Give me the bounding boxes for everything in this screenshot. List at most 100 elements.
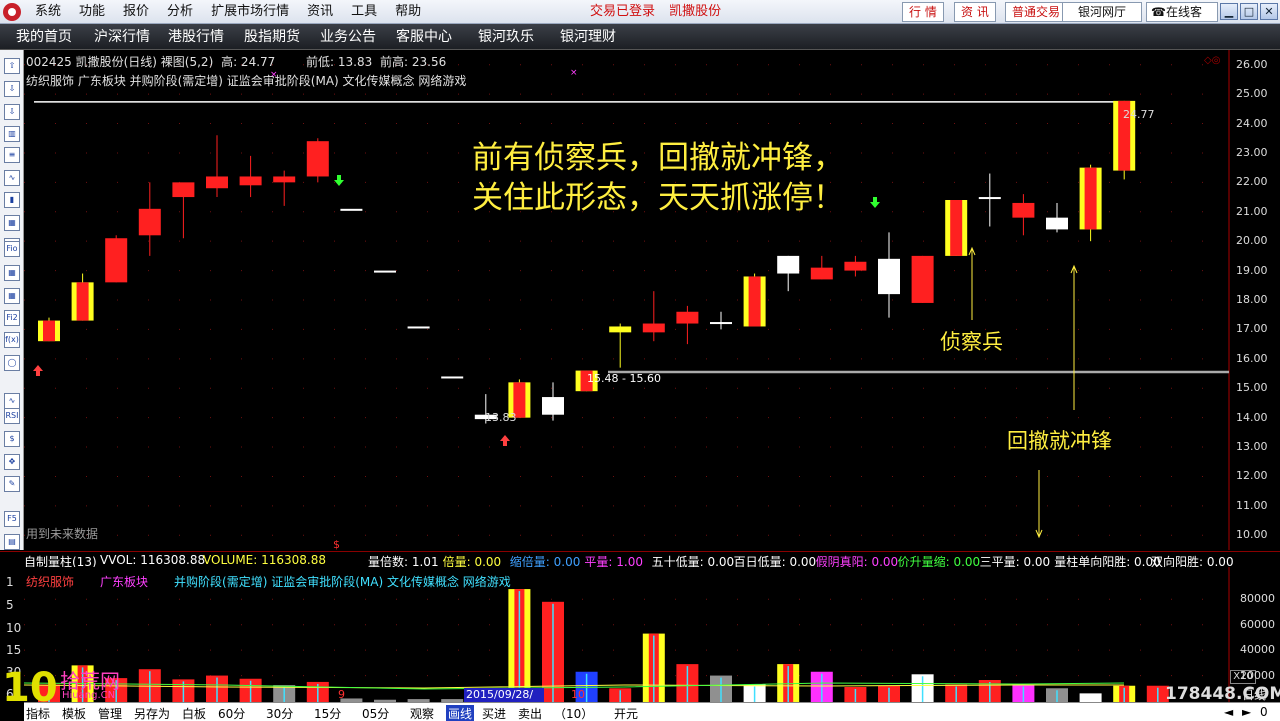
volume-indicator-name[interactable]: 自制量柱(13) bbox=[24, 553, 97, 567]
nav-tab-7[interactable]: 银河理财 bbox=[560, 24, 616, 50]
volume-bar bbox=[878, 685, 900, 702]
candle-body bbox=[441, 376, 464, 379]
minimize-button[interactable]: ▁ bbox=[1220, 3, 1238, 20]
menu-item-5[interactable]: 资讯 bbox=[298, 0, 342, 24]
period-label[interactable]: 15 bbox=[6, 643, 21, 657]
volume-tick: 20000 bbox=[1240, 668, 1275, 682]
menu-item-4[interactable]: 扩展市场行情 bbox=[202, 0, 298, 24]
prev-low-high: 前低: 13.83 前高: 23.56 bbox=[306, 53, 446, 70]
month-label: 10 bbox=[571, 688, 585, 701]
candle-body bbox=[642, 323, 665, 333]
headline-line-1: 前有侦察兵，回撤就冲锋， bbox=[472, 140, 844, 176]
menu-item-3[interactable]: 分析 bbox=[158, 0, 202, 24]
candlestick-chart[interactable]: × ×◇◎ bbox=[24, 50, 1230, 550]
nav-tabs: 我的首页 沪深行情 港股行情 股指期货 业务公告 客服中心 银河玖乐 银河理财 bbox=[0, 24, 1280, 50]
toolbar-kline-icon[interactable]: ▥ bbox=[4, 126, 20, 142]
bottom-tab-8[interactable]: 05分 bbox=[362, 705, 389, 721]
toolbar-table-icon[interactable]: ▦ bbox=[4, 265, 20, 281]
period-label[interactable]: 10 bbox=[6, 621, 21, 635]
toolbar-dollar-icon[interactable]: $ bbox=[4, 431, 20, 447]
toolbar-fi2-icon[interactable]: Fi2 bbox=[4, 310, 20, 326]
toolbar-move-icon[interactable]: ✥ bbox=[4, 454, 20, 470]
nav-tab-1[interactable]: 沪深行情 bbox=[94, 24, 150, 50]
news-button[interactable]: 资 讯 bbox=[954, 2, 996, 22]
watermark-left-sub: Hiuang.CN bbox=[62, 690, 116, 701]
bottom-tab-14[interactable]: 开元 bbox=[614, 705, 638, 721]
bottom-tab-4[interactable]: 白板 bbox=[182, 705, 206, 721]
bottom-tab-0[interactable]: 指标 bbox=[26, 705, 50, 721]
bottom-tab-12[interactable]: 卖出 bbox=[518, 705, 542, 721]
candle bbox=[172, 182, 195, 198]
period-label[interactable]: 1 bbox=[6, 575, 14, 589]
toolbar-line-chart-icon[interactable]: ∿ bbox=[4, 170, 20, 186]
bottom-tab-1[interactable]: 模板 bbox=[62, 705, 86, 721]
scroll-value[interactable]: 0 bbox=[1260, 705, 1268, 719]
app-logo-icon bbox=[3, 3, 21, 21]
online-hall-button[interactable]: 银河网厅 bbox=[1062, 2, 1142, 22]
volume-stat-8: 三平量: 0.00 bbox=[979, 555, 1051, 567]
toolbar-candle-icon[interactable]: ▮ bbox=[4, 192, 20, 208]
menu-item-2[interactable]: 报价 bbox=[114, 0, 158, 24]
toolbar-calc-icon[interactable]: ▦ bbox=[4, 288, 20, 304]
bottom-tab-11[interactable]: 买进 bbox=[482, 705, 506, 721]
toolbar-circle-icon[interactable]: ◯ bbox=[4, 355, 20, 371]
toolbar-arrow-up-icon[interactable]: ⇧ bbox=[4, 58, 20, 74]
bottom-tab-10[interactable]: 画线 bbox=[446, 705, 475, 721]
candle-body-inner bbox=[1084, 167, 1097, 230]
close-button[interactable]: ✕ bbox=[1260, 3, 1278, 20]
period-label[interactable]: 5 bbox=[6, 598, 14, 612]
toolbar-grid-icon[interactable]: ▦ bbox=[4, 215, 20, 231]
candle-body bbox=[407, 326, 430, 329]
toolbar-rsi-icon[interactable]: RSI bbox=[4, 408, 20, 424]
nav-tab-0[interactable]: 我的首页 bbox=[16, 24, 72, 50]
bottom-tab-5[interactable]: 60分 bbox=[218, 705, 245, 721]
menu-bar: 系统 功能 报价 分析 扩展市场行情 资讯 工具 帮助 交易已登录 凯撒股份 行 情 资 讯 … bbox=[0, 0, 1280, 37]
toolbar-fx-icon[interactable]: f(x) bbox=[4, 332, 20, 348]
nav-tab-5[interactable]: 客服中心 bbox=[396, 24, 452, 50]
volume-bar bbox=[1012, 684, 1035, 702]
candle bbox=[676, 311, 699, 324]
scroll-right-button[interactable]: ► bbox=[1242, 705, 1251, 719]
toolbar-list-icon[interactable]: ≡ bbox=[4, 147, 20, 163]
toolbar-pencil-icon[interactable]: ✎ bbox=[4, 476, 20, 492]
maximize-button[interactable]: □ bbox=[1240, 3, 1258, 20]
volume-chart[interactable] bbox=[24, 567, 1230, 702]
candle-body-inner bbox=[950, 200, 963, 256]
high-price-label: 24.77 bbox=[1123, 108, 1155, 121]
nav-tab-3[interactable]: 股指期货 bbox=[244, 24, 300, 50]
bottom-tab-3[interactable]: 另存为 bbox=[134, 705, 170, 721]
toolbar-sheet-icon[interactable]: ▤ bbox=[4, 534, 20, 550]
bottom-tab-6[interactable]: 30分 bbox=[266, 705, 293, 721]
bottom-tab-2[interactable]: 管理 bbox=[98, 705, 122, 721]
toolbar-f5-icon[interactable]: F5 bbox=[4, 511, 20, 527]
nav-tab-4[interactable]: 业务公告 bbox=[320, 24, 376, 50]
candle bbox=[374, 270, 396, 273]
menu-item-6[interactable]: 工具 bbox=[342, 0, 386, 24]
online-service-button[interactable]: ☎在线客服 bbox=[1146, 2, 1218, 37]
bottom-tab-7[interactable]: 15分 bbox=[314, 705, 341, 721]
candle-body bbox=[911, 255, 934, 303]
bottom-tab-13[interactable]: （10） bbox=[554, 705, 593, 721]
toolbar-fio-icon[interactable]: Fio bbox=[4, 241, 20, 257]
menu-item-1[interactable]: 功能 bbox=[70, 0, 114, 24]
vvol-value: VVOL: 116308.88 bbox=[100, 553, 206, 567]
toolbar-arrow-down-icon-2[interactable]: ⇩ bbox=[4, 104, 20, 120]
toolbar-wave-icon[interactable]: ∿ bbox=[4, 393, 20, 409]
candle-body bbox=[138, 208, 161, 236]
scroll-left-button[interactable]: ◄ bbox=[1224, 705, 1233, 719]
nav-tab-6[interactable]: 银河玖乐 bbox=[478, 24, 534, 50]
toolbar-arrow-down-icon[interactable]: ⇩ bbox=[4, 81, 20, 97]
nav-tab-2[interactable]: 港股行情 bbox=[168, 24, 224, 50]
quote-button[interactable]: 行 情 bbox=[902, 2, 944, 22]
menu-item-0[interactable]: 系统 bbox=[26, 0, 70, 24]
normal-trade-button[interactable]: 普通交易 bbox=[1005, 2, 1068, 22]
volume-bar bbox=[743, 684, 766, 702]
low-price-label: 13.83 bbox=[485, 411, 517, 424]
volume-bar bbox=[777, 664, 800, 702]
price-tick: 25.00 bbox=[1236, 87, 1268, 101]
scout-label: 侦察兵 bbox=[940, 330, 1003, 354]
candle bbox=[945, 200, 968, 256]
candle-body-inner bbox=[43, 320, 55, 342]
menu-item-7[interactable]: 帮助 bbox=[386, 0, 430, 24]
bottom-tab-9[interactable]: 观察 bbox=[410, 705, 434, 721]
